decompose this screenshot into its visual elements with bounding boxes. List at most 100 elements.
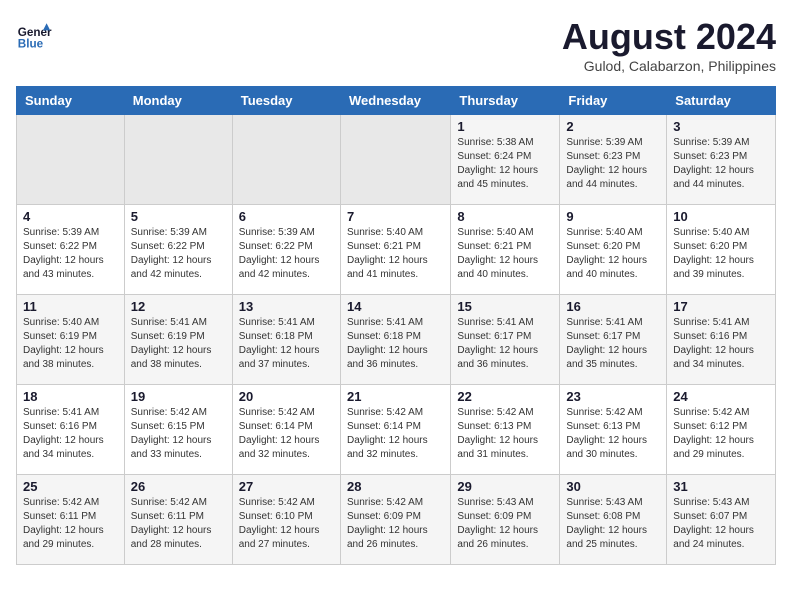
day-number: 22	[457, 389, 553, 404]
weekday-header: Wednesday	[340, 87, 450, 115]
svg-text:Blue: Blue	[18, 38, 44, 51]
calendar-cell: 13Sunrise: 5:41 AM Sunset: 6:18 PM Dayli…	[232, 295, 340, 385]
calendar-cell: 8 Sunrise: 5:40 AM Sunset: 6:21 PM Daylig…	[451, 205, 560, 295]
day-info: Sunrise: 5:41 AM Sunset: 6:17 PM Dayligh…	[457, 316, 553, 372]
day-info: Sunrise: 5:38 AM Sunset: 6:24 PM Dayligh…	[457, 136, 553, 192]
day-info: Sunrise: 5:42 AM Sunset: 6:12 PM Dayligh…	[673, 406, 769, 462]
calendar-cell: 29 Sunrise: 5:43 AM Sunset: 6:09 PM Dayli…	[451, 475, 560, 565]
day-info: Sunrise: 5:43 AM Sunset: 6:07 PM Dayligh…	[673, 496, 769, 552]
calendar-week-row: 4Sunrise: 5:39 AM Sunset: 6:22 PM Daylig…	[17, 205, 776, 295]
day-info: Sunrise: 5:39 AM Sunset: 6:23 PM Dayligh…	[673, 136, 769, 192]
day-info: Sunrise: 5:41 AM Sunset: 6:16 PM Dayligh…	[673, 316, 769, 372]
day-info: Sunrise: 5:39 AM Sunset: 6:22 PM Dayligh…	[23, 226, 118, 282]
calendar-week-row: 18 Sunrise: 5:41 AM Sunset: 6:16 PM Dayli…	[17, 385, 776, 475]
calendar-cell: 24 Sunrise: 5:42 AM Sunset: 6:12 PM Dayli…	[667, 385, 776, 475]
calendar-cell: 17Sunrise: 5:41 AM Sunset: 6:16 PM Dayli…	[667, 295, 776, 385]
calendar-cell: 4Sunrise: 5:39 AM Sunset: 6:22 PM Daylig…	[17, 205, 125, 295]
day-number: 8	[457, 209, 553, 224]
day-number: 28	[347, 479, 444, 494]
calendar-cell: 16 Sunrise: 5:41 AM Sunset: 6:17 PM Dayli…	[560, 295, 667, 385]
calendar-cell: 9 Sunrise: 5:40 AM Sunset: 6:20 PM Daylig…	[560, 205, 667, 295]
day-info: Sunrise: 5:42 AM Sunset: 6:14 PM Dayligh…	[239, 406, 334, 462]
day-number: 5	[131, 209, 226, 224]
calendar-cell: 14 Sunrise: 5:41 AM Sunset: 6:18 PM Dayli…	[340, 295, 450, 385]
calendar-week-row: 25 Sunrise: 5:42 AM Sunset: 6:11 PM Dayli…	[17, 475, 776, 565]
calendar-week-row: 11Sunrise: 5:40 AM Sunset: 6:19 PM Dayli…	[17, 295, 776, 385]
day-number: 11	[23, 299, 118, 314]
calendar-cell	[124, 115, 232, 205]
day-number: 29	[457, 479, 553, 494]
day-number: 23	[566, 389, 660, 404]
day-info: Sunrise: 5:41 AM Sunset: 6:18 PM Dayligh…	[347, 316, 444, 372]
day-info: Sunrise: 5:42 AM Sunset: 6:14 PM Dayligh…	[347, 406, 444, 462]
day-info: Sunrise: 5:42 AM Sunset: 6:09 PM Dayligh…	[347, 496, 444, 552]
day-info: Sunrise: 5:42 AM Sunset: 6:15 PM Dayligh…	[131, 406, 226, 462]
day-number: 16	[566, 299, 660, 314]
day-info: Sunrise: 5:40 AM Sunset: 6:20 PM Dayligh…	[566, 226, 660, 282]
day-number: 30	[566, 479, 660, 494]
day-info: Sunrise: 5:40 AM Sunset: 6:21 PM Dayligh…	[457, 226, 553, 282]
calendar-cell	[232, 115, 340, 205]
day-number: 25	[23, 479, 118, 494]
day-info: Sunrise: 5:39 AM Sunset: 6:23 PM Dayligh…	[566, 136, 660, 192]
weekday-header: Thursday	[451, 87, 560, 115]
location: Gulod, Calabarzon, Philippines	[562, 58, 776, 74]
calendar-cell: 18 Sunrise: 5:41 AM Sunset: 6:16 PM Dayli…	[17, 385, 125, 475]
calendar-cell	[17, 115, 125, 205]
calendar-cell	[340, 115, 450, 205]
calendar-cell: 11Sunrise: 5:40 AM Sunset: 6:19 PM Dayli…	[17, 295, 125, 385]
header-row: SundayMondayTuesdayWednesdayThursdayFrid…	[17, 87, 776, 115]
day-number: 9	[566, 209, 660, 224]
calendar-cell: 20 Sunrise: 5:42 AM Sunset: 6:14 PM Dayli…	[232, 385, 340, 475]
day-number: 3	[673, 119, 769, 134]
day-info: Sunrise: 5:39 AM Sunset: 6:22 PM Dayligh…	[131, 226, 226, 282]
day-info: Sunrise: 5:42 AM Sunset: 6:10 PM Dayligh…	[239, 496, 334, 552]
calendar-cell: 6 Sunrise: 5:39 AM Sunset: 6:22 PM Daylig…	[232, 205, 340, 295]
day-number: 20	[239, 389, 334, 404]
calendar-cell: 28 Sunrise: 5:42 AM Sunset: 6:09 PM Dayli…	[340, 475, 450, 565]
day-info: Sunrise: 5:43 AM Sunset: 6:08 PM Dayligh…	[566, 496, 660, 552]
calendar-cell: 21Sunrise: 5:42 AM Sunset: 6:14 PM Dayli…	[340, 385, 450, 475]
day-info: Sunrise: 5:41 AM Sunset: 6:17 PM Dayligh…	[566, 316, 660, 372]
day-info: Sunrise: 5:40 AM Sunset: 6:20 PM Dayligh…	[673, 226, 769, 282]
logo-icon: General Blue	[16, 16, 52, 52]
calendar-cell: 25 Sunrise: 5:42 AM Sunset: 6:11 PM Dayli…	[17, 475, 125, 565]
day-number: 31	[673, 479, 769, 494]
calendar-cell: 2Sunrise: 5:39 AM Sunset: 6:23 PM Daylig…	[560, 115, 667, 205]
month-title: August 2024	[562, 16, 776, 58]
day-number: 19	[131, 389, 226, 404]
day-info: Sunrise: 5:42 AM Sunset: 6:13 PM Dayligh…	[566, 406, 660, 462]
calendar-cell: 31 Sunrise: 5:43 AM Sunset: 6:07 PM Dayli…	[667, 475, 776, 565]
day-info: Sunrise: 5:41 AM Sunset: 6:16 PM Dayligh…	[23, 406, 118, 462]
day-info: Sunrise: 5:39 AM Sunset: 6:22 PM Dayligh…	[239, 226, 334, 282]
logo: General Blue	[16, 16, 56, 52]
day-number: 18	[23, 389, 118, 404]
calendar-cell: 22 Sunrise: 5:42 AM Sunset: 6:13 PM Dayli…	[451, 385, 560, 475]
calendar-cell: 12 Sunrise: 5:41 AM Sunset: 6:19 PM Dayli…	[124, 295, 232, 385]
day-number: 12	[131, 299, 226, 314]
weekday-header: Monday	[124, 87, 232, 115]
day-info: Sunrise: 5:41 AM Sunset: 6:19 PM Dayligh…	[131, 316, 226, 372]
day-number: 14	[347, 299, 444, 314]
day-number: 10	[673, 209, 769, 224]
calendar-cell: 26 Sunrise: 5:42 AM Sunset: 6:11 PM Dayli…	[124, 475, 232, 565]
day-info: Sunrise: 5:42 AM Sunset: 6:11 PM Dayligh…	[131, 496, 226, 552]
day-info: Sunrise: 5:42 AM Sunset: 6:13 PM Dayligh…	[457, 406, 553, 462]
day-info: Sunrise: 5:42 AM Sunset: 6:11 PM Dayligh…	[23, 496, 118, 552]
day-number: 27	[239, 479, 334, 494]
day-number: 7	[347, 209, 444, 224]
calendar-cell: 23 Sunrise: 5:42 AM Sunset: 6:13 PM Dayli…	[560, 385, 667, 475]
calendar-cell: 15Sunrise: 5:41 AM Sunset: 6:17 PM Dayli…	[451, 295, 560, 385]
day-info: Sunrise: 5:41 AM Sunset: 6:18 PM Dayligh…	[239, 316, 334, 372]
day-number: 24	[673, 389, 769, 404]
calendar-cell: 7Sunrise: 5:40 AM Sunset: 6:21 PM Daylig…	[340, 205, 450, 295]
weekday-header: Tuesday	[232, 87, 340, 115]
day-number: 6	[239, 209, 334, 224]
day-info: Sunrise: 5:43 AM Sunset: 6:09 PM Dayligh…	[457, 496, 553, 552]
calendar-cell: 30 Sunrise: 5:43 AM Sunset: 6:08 PM Dayli…	[560, 475, 667, 565]
weekday-header: Saturday	[667, 87, 776, 115]
day-number: 26	[131, 479, 226, 494]
calendar-cell: 3 Sunrise: 5:39 AM Sunset: 6:23 PM Daylig…	[667, 115, 776, 205]
title-section: August 2024 Gulod, Calabarzon, Philippin…	[562, 16, 776, 74]
calendar-cell: 27 Sunrise: 5:42 AM Sunset: 6:10 PM Dayli…	[232, 475, 340, 565]
